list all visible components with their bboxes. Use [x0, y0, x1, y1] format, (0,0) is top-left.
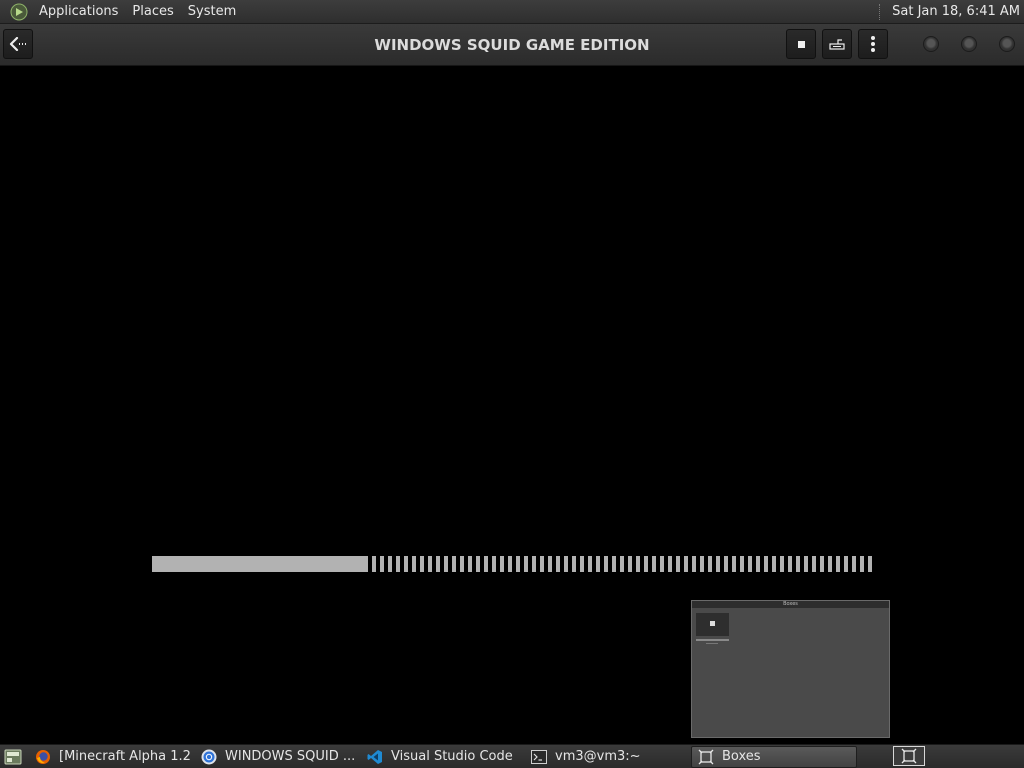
task-label: vm3@vm3:~ — [555, 749, 641, 764]
boot-progress-bar — [152, 556, 872, 572]
workspace-switcher[interactable] — [893, 746, 925, 766]
task-label: Visual Studio Code — [391, 749, 513, 764]
screen: Applications Places System Sat Jan 18, 6… — [0, 0, 1024, 768]
back-arrow-icon — [9, 37, 27, 51]
stop-button[interactable] — [786, 29, 816, 59]
show-desktop-icon[interactable] — [1, 746, 25, 768]
firefox-icon — [35, 749, 51, 765]
minimize-button[interactable] — [923, 36, 939, 52]
boxes-icon — [698, 749, 714, 765]
preview-caption-sub — [706, 643, 718, 644]
bottom-taskbar: [Minecraft Alpha 1.2... WINDOWS SQUID ..… — [0, 744, 1024, 768]
progress-fill — [152, 556, 368, 572]
preview-vm-thumbnail — [696, 613, 729, 636]
menu-system[interactable]: System — [181, 0, 243, 24]
vscode-icon — [367, 749, 383, 765]
keyboard-button[interactable] — [822, 29, 852, 59]
mate-logo-icon[interactable] — [10, 3, 28, 21]
menu-places[interactable]: Places — [125, 0, 180, 24]
task-windows-squid[interactable]: WINDOWS SQUID ... — [195, 746, 357, 768]
task-boxes[interactable]: Boxes — [691, 745, 857, 768]
clock[interactable]: Sat Jan 18, 6:41 AM — [892, 4, 1024, 19]
close-button[interactable] — [999, 36, 1015, 52]
maximize-button[interactable] — [961, 36, 977, 52]
task-label: Boxes — [722, 749, 761, 764]
task-label: WINDOWS SQUID ... — [225, 749, 356, 764]
task-vscode[interactable]: Visual Studio Code — [361, 746, 521, 768]
panel-separator — [879, 3, 882, 20]
top-panel: Applications Places System Sat Jan 18, 6… — [0, 0, 1024, 24]
window-preview[interactable]: Boxes — [691, 600, 890, 738]
preview-caption — [696, 639, 729, 641]
back-button[interactable] — [3, 29, 33, 59]
terminal-icon — [531, 749, 547, 765]
stop-icon — [797, 40, 805, 48]
boxes-icon — [901, 748, 917, 764]
task-label: [Minecraft Alpha 1.2... — [59, 749, 191, 764]
menu-icon — [870, 35, 876, 53]
task-minecraft[interactable]: [Minecraft Alpha 1.2... — [29, 746, 191, 768]
panel-tray: Sat Jan 18, 6:41 AM — [879, 0, 1024, 24]
preview-title: Boxes — [783, 601, 798, 607]
boxes-headerbar: WINDOWS SQUID GAME EDITION — [0, 24, 1024, 66]
keyboard-icon — [829, 38, 845, 50]
menu-applications[interactable]: Applications — [32, 0, 125, 24]
task-terminal[interactable]: vm3@vm3:~ — [525, 746, 687, 768]
panel-menu-bar: Applications Places System — [0, 0, 243, 24]
chrome-icon — [201, 749, 217, 765]
menu-button[interactable] — [858, 29, 888, 59]
progress-track — [372, 556, 872, 572]
